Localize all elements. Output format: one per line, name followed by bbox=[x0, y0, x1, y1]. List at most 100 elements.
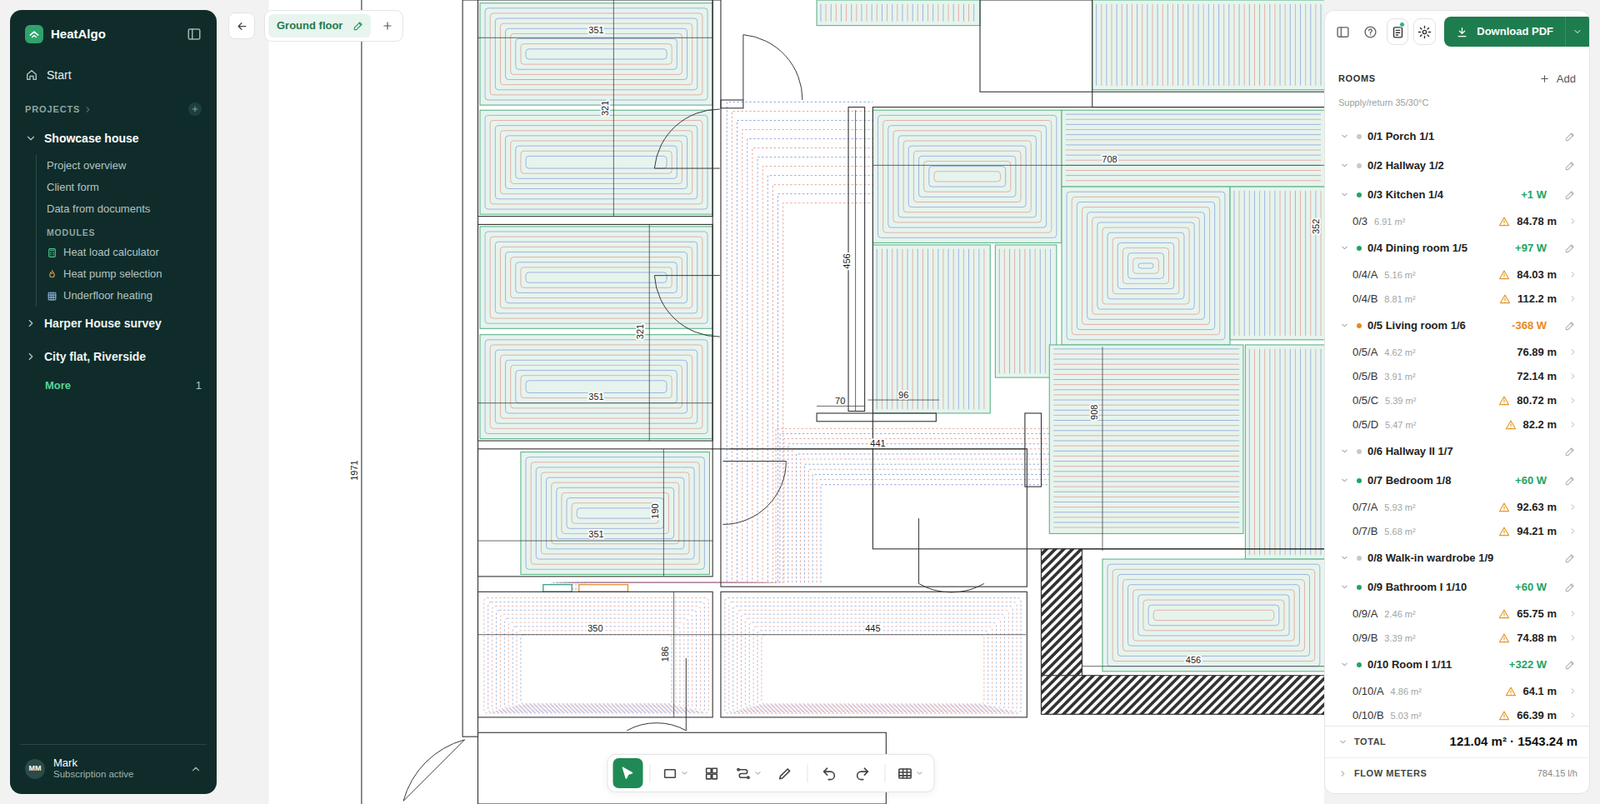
chevron-right-icon[interactable] bbox=[1568, 710, 1578, 720]
floor-plan[interactable]: 3513213213513511903501864454414567096708… bbox=[216, 0, 1325, 804]
pen-tool[interactable] bbox=[770, 758, 800, 789]
pencil-icon[interactable] bbox=[1564, 189, 1576, 201]
more-projects[interactable]: More1 bbox=[20, 373, 207, 399]
circuit-row[interactable]: 0/5/C5.39 m²80.72 m bbox=[1325, 388, 1590, 413]
room-row[interactable]: 0/4 Dining room 1/5+97 W bbox=[1325, 233, 1590, 263]
chevron-down-icon[interactable] bbox=[1340, 160, 1350, 170]
circuit-row[interactable]: 0/5/A4.62 m²76.89 m bbox=[1325, 340, 1590, 365]
grid-tool[interactable] bbox=[696, 758, 727, 789]
chevron-down-icon[interactable] bbox=[680, 769, 689, 778]
table-tool[interactable] bbox=[891, 758, 929, 789]
chevron-down-icon[interactable] bbox=[1340, 475, 1350, 485]
floor-tab[interactable]: Ground floor bbox=[268, 14, 371, 38]
chevron-right-icon[interactable] bbox=[1568, 347, 1578, 357]
download-pdf-button[interactable]: Download PDF bbox=[1444, 16, 1590, 47]
room-row[interactable]: 0/2 Hallway 1/2 bbox=[1325, 150, 1590, 180]
circuit-row[interactable]: 0/4/A5.16 m²84.03 m bbox=[1325, 262, 1590, 287]
chevron-right-icon[interactable] bbox=[1568, 686, 1578, 696]
pencil-icon[interactable] bbox=[1564, 160, 1576, 172]
project-link[interactable]: Project overview bbox=[46, 155, 207, 177]
project-item[interactable]: Showcase house bbox=[20, 124, 207, 153]
circuit-row[interactable]: 0/10/B5.03 m²66.39 m bbox=[1325, 703, 1590, 726]
chevron-down-icon[interactable] bbox=[1340, 660, 1350, 670]
chevron-right-icon[interactable] bbox=[1568, 633, 1578, 643]
circuit-row[interactable]: 0/36.91 m²84.78 m bbox=[1325, 209, 1590, 234]
add-project-button[interactable] bbox=[188, 102, 202, 116]
chevron-down-icon[interactable] bbox=[1340, 446, 1350, 456]
circuit-row[interactable]: 0/5/B3.91 m²72.14 m bbox=[1325, 364, 1590, 389]
pencil-icon[interactable] bbox=[1564, 445, 1576, 458]
room-row[interactable]: 0/5 Living room 1/6-368 W bbox=[1325, 310, 1590, 340]
add-floor-button[interactable] bbox=[375, 14, 400, 38]
chevron-down-icon[interactable] bbox=[1340, 553, 1350, 563]
chevron-down-icon[interactable] bbox=[1340, 243, 1350, 253]
project-link[interactable]: Client form bbox=[46, 176, 207, 199]
chevron-right-icon[interactable] bbox=[1338, 769, 1348, 779]
back-button[interactable] bbox=[228, 12, 255, 40]
pencil-icon[interactable] bbox=[1564, 659, 1576, 671]
pencil-icon[interactable] bbox=[1564, 552, 1576, 565]
room-row[interactable]: 0/1 Porch 1/1 bbox=[1325, 121, 1590, 151]
download-options[interactable] bbox=[1565, 16, 1590, 47]
notes-button[interactable] bbox=[1386, 18, 1410, 45]
chevron-right-icon[interactable] bbox=[1568, 395, 1578, 405]
chevron-right-icon[interactable] bbox=[1568, 420, 1578, 430]
chevron-down-icon[interactable] bbox=[1340, 320, 1350, 330]
pencil-icon[interactable] bbox=[352, 20, 365, 32]
route-tool[interactable] bbox=[730, 758, 767, 789]
chevron-right-icon[interactable] bbox=[1568, 502, 1578, 512]
room-row[interactable]: 0/9 Bathroom I 1/10+60 W bbox=[1325, 572, 1590, 602]
add-room-button[interactable]: Add bbox=[1539, 70, 1576, 88]
room-row[interactable]: 0/8 Walk-in wardrobe 1/9 bbox=[1325, 543, 1590, 573]
chevron-right-icon[interactable] bbox=[1568, 371, 1578, 381]
pencil-icon[interactable] bbox=[1564, 320, 1576, 332]
circuit-row[interactable]: 0/9/A2.46 m²65.75 m bbox=[1325, 601, 1590, 626]
chevron-down-icon[interactable] bbox=[25, 132, 37, 145]
chevron-right-icon[interactable] bbox=[1568, 270, 1578, 280]
sidebar-button[interactable] bbox=[1331, 18, 1355, 45]
project-item[interactable]: City flat, Riverside bbox=[20, 340, 207, 374]
module-link[interactable]: Heat load calculator bbox=[46, 241, 207, 264]
room-row[interactable]: 0/7 Bedroom 1/8+60 W bbox=[1325, 465, 1590, 495]
chevron-down-icon[interactable] bbox=[915, 769, 924, 778]
canvas[interactable]: 3513213213513511903501864454414567096708… bbox=[216, 0, 1325, 804]
chevron-right-icon[interactable] bbox=[1338, 737, 1348, 747]
chevron-right-icon[interactable] bbox=[25, 350, 37, 363]
module-link[interactable]: Heat pump selection bbox=[46, 263, 207, 285]
module-link[interactable]: Underfloor heating bbox=[46, 285, 207, 307]
room-row[interactable]: 0/6 Hallway II 1/7 bbox=[1325, 436, 1590, 466]
flow_meters-row[interactable]: FLOW METERS784.15 l/h bbox=[1325, 757, 1590, 789]
chevron-down-icon[interactable] bbox=[1340, 582, 1350, 592]
room-row[interactable]: 0/10 Room I 1/11+322 W bbox=[1325, 650, 1590, 680]
chevron-right-icon[interactable] bbox=[1568, 526, 1578, 536]
chevron-right-icon[interactable] bbox=[1568, 294, 1578, 304]
pencil-icon[interactable] bbox=[1564, 242, 1576, 255]
user-menu[interactable]: MMMarkSubscription active bbox=[20, 744, 207, 795]
room-row[interactable]: 0/3 Kitchen 1/4+1 W bbox=[1325, 180, 1590, 210]
circuit-row[interactable]: 0/5/D5.47 m²82.2 m bbox=[1325, 412, 1590, 437]
undo-tool[interactable] bbox=[814, 758, 845, 789]
circuit-row[interactable]: 0/7/B5.68 m²94.21 m bbox=[1325, 519, 1590, 544]
redo-tool[interactable] bbox=[847, 758, 878, 789]
chevron-right-icon[interactable] bbox=[25, 317, 37, 330]
pencil-icon[interactable] bbox=[1564, 130, 1576, 143]
nav-item[interactable]: Start bbox=[20, 60, 207, 90]
pencil-icon[interactable] bbox=[1564, 581, 1576, 594]
circuit-row[interactable]: 0/10/A4.86 m²64.1 m bbox=[1325, 679, 1590, 704]
rectangle-tool[interactable] bbox=[656, 758, 694, 789]
chevron-down-icon[interactable] bbox=[1340, 190, 1350, 200]
collapse-sidebar-icon[interactable] bbox=[186, 26, 202, 42]
circuit-row[interactable]: 0/7/A5.93 m²92.63 m bbox=[1325, 495, 1590, 520]
chevron-right-icon[interactable] bbox=[1568, 609, 1578, 619]
circuit-row[interactable]: 0/9/B3.39 m²74.88 m bbox=[1325, 625, 1590, 650]
total-row[interactable]: TOTAL121.04 m² · 1543.24 m bbox=[1325, 726, 1590, 758]
circuit-row[interactable]: 0/4/B8.81 m²112.2 m bbox=[1325, 286, 1590, 311]
project-link[interactable]: Data from documents bbox=[46, 198, 207, 220]
projects-heading[interactable]: PROJECTS bbox=[20, 100, 207, 118]
help-button[interactable] bbox=[1359, 18, 1382, 45]
chevron-up-icon[interactable] bbox=[190, 763, 202, 775]
project-item[interactable]: Harper House survey bbox=[20, 306, 207, 340]
chevron-down-icon[interactable] bbox=[1340, 131, 1350, 141]
chevron-down-icon[interactable] bbox=[753, 769, 762, 778]
settings-button[interactable] bbox=[1413, 18, 1436, 45]
